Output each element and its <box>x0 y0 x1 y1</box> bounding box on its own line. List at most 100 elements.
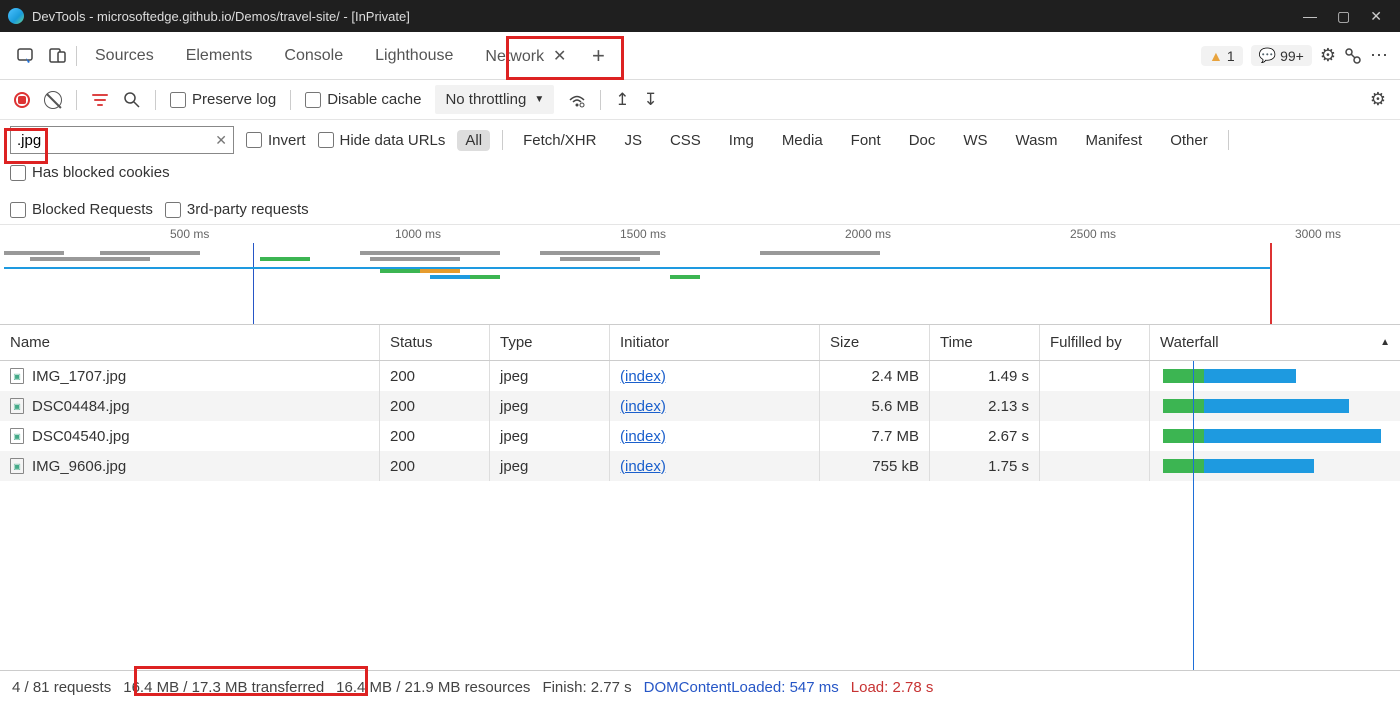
cell-type: jpeg <box>490 361 610 391</box>
overview-tick: 500 ms <box>170 227 209 241</box>
maximize-button[interactable]: ▢ <box>1337 8 1350 25</box>
add-tab-icon[interactable]: + <box>584 42 612 70</box>
col-initiator[interactable]: Initiator <box>610 325 820 360</box>
filter-type-ws[interactable]: WS <box>955 130 995 151</box>
export-har-icon[interactable]: ↥ <box>615 90 629 110</box>
filter-bar: ✕ Invert Hide data URLs All Fetch/XHR JS… <box>0 120 1400 225</box>
filter-type-manifest[interactable]: Manifest <box>1078 130 1151 151</box>
preserve-log-checkbox[interactable]: Preserve log <box>170 91 276 108</box>
cell-waterfall <box>1150 391 1400 421</box>
cell-type: jpeg <box>490 421 610 451</box>
titlebar: DevTools - microsoftedge.github.io/Demos… <box>0 0 1400 32</box>
minimize-button[interactable]: — <box>1303 8 1317 24</box>
cell-fulfilled <box>1040 361 1150 391</box>
cell-initiator[interactable]: (index) <box>620 368 666 385</box>
cell-waterfall <box>1150 421 1400 451</box>
hide-data-urls-checkbox[interactable]: Hide data URLs <box>318 132 446 149</box>
close-button[interactable]: ✕ <box>1370 8 1382 25</box>
clear-button[interactable] <box>44 91 62 109</box>
cell-status: 200 <box>380 361 490 391</box>
col-time[interactable]: Time <box>930 325 1040 360</box>
throttling-select[interactable]: No throttling▼ <box>435 85 554 114</box>
inspect-icon[interactable] <box>12 42 40 70</box>
overview-tick: 2500 ms <box>1070 227 1116 241</box>
window-title: DevTools - microsoftedge.github.io/Demos… <box>32 9 410 24</box>
filter-type-doc[interactable]: Doc <box>901 130 944 151</box>
status-dcl: DOMContentLoaded: 547 ms <box>644 679 839 696</box>
col-type[interactable]: Type <box>490 325 610 360</box>
cell-status: 200 <box>380 421 490 451</box>
cell-time: 2.13 s <box>930 391 1040 421</box>
col-name[interactable]: Name <box>0 325 380 360</box>
search-icon[interactable] <box>123 91 141 109</box>
cell-fulfilled <box>1040 451 1150 481</box>
more-icon[interactable]: ⋯ <box>1370 45 1388 66</box>
col-size[interactable]: Size <box>820 325 930 360</box>
cell-fulfilled <box>1040 421 1150 451</box>
cell-time: 1.75 s <box>930 451 1040 481</box>
cell-status: 200 <box>380 391 490 421</box>
filter-type-other[interactable]: Other <box>1162 130 1216 151</box>
network-settings-icon[interactable]: ⚙ <box>1370 89 1386 110</box>
overview-tick: 1500 ms <box>620 227 666 241</box>
cell-name: IMG_1707.jpg <box>32 368 126 385</box>
close-tab-icon[interactable]: ✕ <box>553 48 566 65</box>
table-row[interactable]: ▣IMG_9606.jpg200jpeg(index)755 kB1.75 s <box>0 451 1400 481</box>
filter-type-media[interactable]: Media <box>774 130 831 151</box>
cell-time: 1.49 s <box>930 361 1040 391</box>
filter-type-all[interactable]: All <box>457 130 490 151</box>
tab-lighthouse[interactable]: Lighthouse <box>361 43 467 69</box>
cell-size: 5.6 MB <box>820 391 930 421</box>
has-blocked-cookies-checkbox[interactable]: Has blocked cookies <box>10 164 170 181</box>
filter-type-fetch[interactable]: Fetch/XHR <box>515 130 604 151</box>
disable-cache-checkbox[interactable]: Disable cache <box>305 91 421 108</box>
tab-sources[interactable]: Sources <box>81 43 168 69</box>
filter-type-css[interactable]: CSS <box>662 130 709 151</box>
timeline-overview[interactable]: 500 ms1000 ms1500 ms2000 ms2500 ms3000 m… <box>0 225 1400 325</box>
warnings-badge[interactable]: ▲1 <box>1201 46 1243 66</box>
cell-waterfall <box>1150 451 1400 481</box>
record-button[interactable] <box>14 92 30 108</box>
status-bar: 4 / 81 requests 16.4 MB / 17.3 MB transf… <box>0 670 1400 704</box>
cell-name: IMG_9606.jpg <box>32 458 126 475</box>
blocked-requests-checkbox[interactable]: Blocked Requests <box>10 201 153 218</box>
tab-elements[interactable]: Elements <box>172 43 267 69</box>
sort-indicator-icon: ▲ <box>1380 337 1390 348</box>
filter-type-js[interactable]: JS <box>616 130 650 151</box>
overview-tick: 2000 ms <box>845 227 891 241</box>
cell-size: 755 kB <box>820 451 930 481</box>
filter-icon[interactable] <box>91 91 109 109</box>
filter-text-field[interactable] <box>17 132 197 149</box>
cell-initiator[interactable]: (index) <box>620 428 666 445</box>
import-har-icon[interactable]: ↧ <box>643 90 657 110</box>
tab-console[interactable]: Console <box>270 43 357 69</box>
tab-network-label: Network <box>485 48 544 65</box>
cell-type: jpeg <box>490 391 610 421</box>
issues-badge[interactable]: 💬99+ <box>1251 45 1312 66</box>
col-status[interactable]: Status <box>380 325 490 360</box>
table-row[interactable]: ▣DSC04540.jpg200jpeg(index)7.7 MB2.67 s <box>0 421 1400 451</box>
third-party-checkbox[interactable]: 3rd-party requests <box>165 201 309 218</box>
cell-initiator[interactable]: (index) <box>620 398 666 415</box>
filter-input[interactable]: ✕ <box>10 126 234 154</box>
requests-table: Name Status Type Initiator Size Time Ful… <box>0 325 1400 673</box>
table-row[interactable]: ▣DSC04484.jpg200jpeg(index)5.6 MB2.13 s <box>0 391 1400 421</box>
network-conditions-icon[interactable] <box>568 91 586 109</box>
settings-icon[interactable]: ⚙ <box>1320 45 1336 66</box>
dock-icon[interactable] <box>1344 47 1362 65</box>
col-fulfilled[interactable]: Fulfilled by <box>1040 325 1150 360</box>
filter-type-font[interactable]: Font <box>843 130 889 151</box>
cell-waterfall <box>1150 361 1400 391</box>
tab-network[interactable]: Network ✕ <box>471 42 580 70</box>
table-row[interactable]: ▣IMG_1707.jpg200jpeg(index)2.4 MB1.49 s <box>0 361 1400 391</box>
filter-type-wasm[interactable]: Wasm <box>1008 130 1066 151</box>
invert-checkbox[interactable]: Invert <box>246 132 306 149</box>
device-icon[interactable] <box>44 42 72 70</box>
col-waterfall[interactable]: Waterfall▲ <box>1150 325 1400 360</box>
edge-icon <box>8 8 24 24</box>
clear-filter-icon[interactable]: ✕ <box>215 132 227 149</box>
filter-type-img[interactable]: Img <box>721 130 762 151</box>
status-transferred: 16.4 MB / 17.3 MB transferred <box>123 679 324 696</box>
cell-initiator[interactable]: (index) <box>620 458 666 475</box>
cell-type: jpeg <box>490 451 610 481</box>
